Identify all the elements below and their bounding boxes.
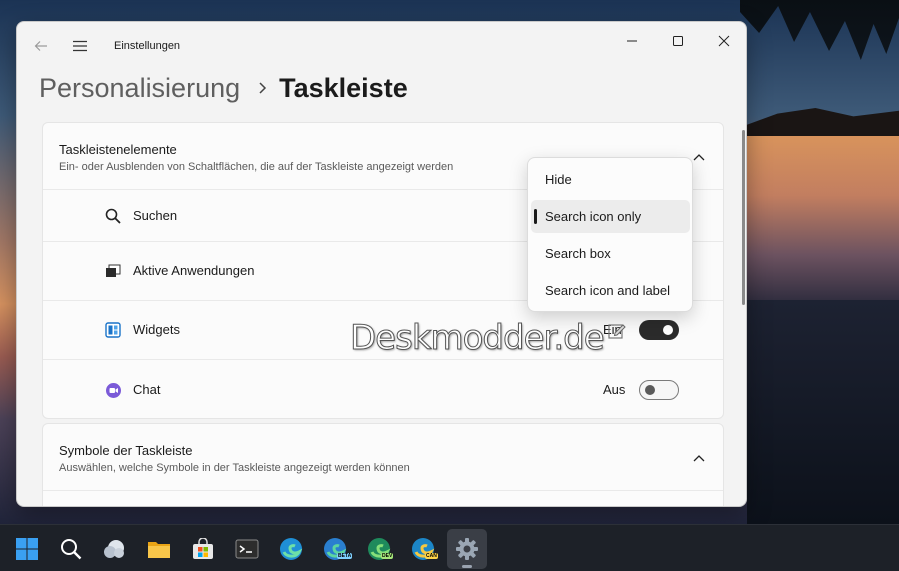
taskbar-icons-header[interactable]: Symbole der Taskleiste Auswählen, welche… bbox=[43, 424, 723, 491]
search-icon bbox=[104, 207, 122, 225]
chevron-up-icon bbox=[693, 154, 705, 161]
widgets-toggle[interactable] bbox=[639, 320, 679, 340]
breadcrumb-parent-link[interactable]: Personalisierung bbox=[39, 73, 240, 104]
wallpaper-shore bbox=[747, 108, 899, 136]
navigation-menu-button[interactable] bbox=[68, 35, 92, 57]
toggle-knob bbox=[663, 325, 673, 335]
vertical-scrollbar[interactable] bbox=[742, 130, 745, 305]
wallpaper-lake bbox=[747, 136, 899, 306]
search-icon bbox=[61, 539, 82, 560]
taskbar-microsoft-store-button[interactable] bbox=[183, 529, 223, 569]
taskbar-icons-subtitle: Auswählen, welche Symbole in der Tasklei… bbox=[59, 462, 410, 474]
chat-toggle[interactable] bbox=[639, 380, 679, 400]
taskbar-edge-beta-button[interactable]: BETA bbox=[315, 529, 355, 569]
setting-row-chat: Chat Aus bbox=[43, 360, 723, 418]
taskbar-search-button[interactable] bbox=[51, 529, 91, 569]
widgets-weather-icon bbox=[104, 540, 124, 558]
setting-label-chat: Chat bbox=[133, 382, 161, 397]
taskbar-terminal-button[interactable] bbox=[227, 529, 267, 569]
canary-badge: CAN bbox=[425, 553, 438, 559]
breadcrumb: Personalisierung Taskleiste bbox=[39, 70, 408, 106]
back-arrow-icon bbox=[34, 41, 47, 51]
setting-label-task-view: Aktive Anwendungen bbox=[133, 263, 255, 278]
chat-icon bbox=[104, 381, 122, 399]
watermark-text: Deskmodder.de bbox=[350, 318, 606, 359]
minimize-icon bbox=[627, 40, 637, 42]
taskbar-items-title: Taskleistenelemente bbox=[59, 142, 177, 157]
app-title: Einstellungen bbox=[114, 40, 181, 52]
microsoft-store-icon bbox=[193, 538, 213, 559]
watermark: Deskmodder.de bbox=[350, 318, 626, 359]
taskbar-edge-button[interactable] bbox=[271, 529, 311, 569]
dev-badge: DEV bbox=[381, 553, 394, 559]
title-bar: Einstellungen bbox=[17, 22, 746, 70]
taskbar-widgets-button[interactable] bbox=[95, 529, 135, 569]
page-title: Taskleiste bbox=[279, 72, 408, 103]
taskbar-settings-button[interactable] bbox=[447, 529, 487, 569]
maximize-button[interactable] bbox=[655, 26, 701, 56]
pencil-icon bbox=[608, 324, 626, 339]
taskbar-edge-dev-button[interactable]: DEV bbox=[359, 529, 399, 569]
active-app-indicator bbox=[462, 565, 472, 568]
taskbar-icons-title: Symbole der Taskleiste bbox=[59, 443, 193, 458]
selected-indicator bbox=[534, 209, 537, 224]
setting-label-search: Suchen bbox=[133, 207, 178, 223]
taskbar-file-explorer-button[interactable] bbox=[139, 529, 179, 569]
beta-badge: BETA bbox=[337, 553, 353, 559]
close-icon bbox=[718, 35, 730, 47]
file-explorer-icon bbox=[148, 542, 170, 558]
taskbar: BETA DEV CAN bbox=[0, 524, 899, 571]
maximize-icon bbox=[673, 36, 683, 46]
search-mode-dropdown: Hide Search icon only Search box Search … bbox=[527, 157, 693, 312]
toggle-knob bbox=[645, 385, 655, 395]
dropdown-option-search-icon-only[interactable]: Search icon only bbox=[531, 200, 690, 233]
terminal-icon bbox=[235, 539, 259, 559]
collapse-button[interactable] bbox=[689, 450, 709, 466]
taskbar-edge-canary-button[interactable]: CAN bbox=[403, 529, 443, 569]
dropdown-option-search-box[interactable]: Search box bbox=[531, 237, 690, 270]
dropdown-option-hide[interactable]: Hide bbox=[531, 163, 690, 196]
settings-icon bbox=[456, 538, 478, 560]
close-button[interactable] bbox=[701, 26, 746, 56]
dropdown-option-search-icon-and-label[interactable]: Search icon and label bbox=[531, 274, 690, 307]
wallpaper-foreground bbox=[747, 300, 899, 524]
chat-toggle-state: Aus bbox=[603, 382, 626, 397]
chevron-right-icon bbox=[259, 82, 267, 94]
back-button[interactable] bbox=[29, 35, 53, 57]
chevron-up-icon bbox=[693, 455, 705, 462]
taskbar-items-subtitle: Ein- oder Ausblenden von Schaltflächen, … bbox=[59, 161, 454, 173]
widgets-icon bbox=[104, 321, 122, 339]
edge-icon bbox=[280, 538, 303, 560]
hamburger-menu-icon bbox=[73, 40, 87, 52]
taskbar-icons-card: Symbole der Taskleiste Auswählen, welche… bbox=[42, 423, 724, 506]
breadcrumb-separator bbox=[258, 81, 267, 95]
setting-label-widgets: Widgets bbox=[133, 322, 180, 337]
wallpaper-treeline bbox=[740, 0, 899, 60]
start-icon bbox=[16, 538, 38, 560]
taskbar-start-button[interactable] bbox=[7, 529, 47, 569]
task-view-icon bbox=[104, 262, 122, 280]
minimize-button[interactable] bbox=[609, 26, 655, 56]
